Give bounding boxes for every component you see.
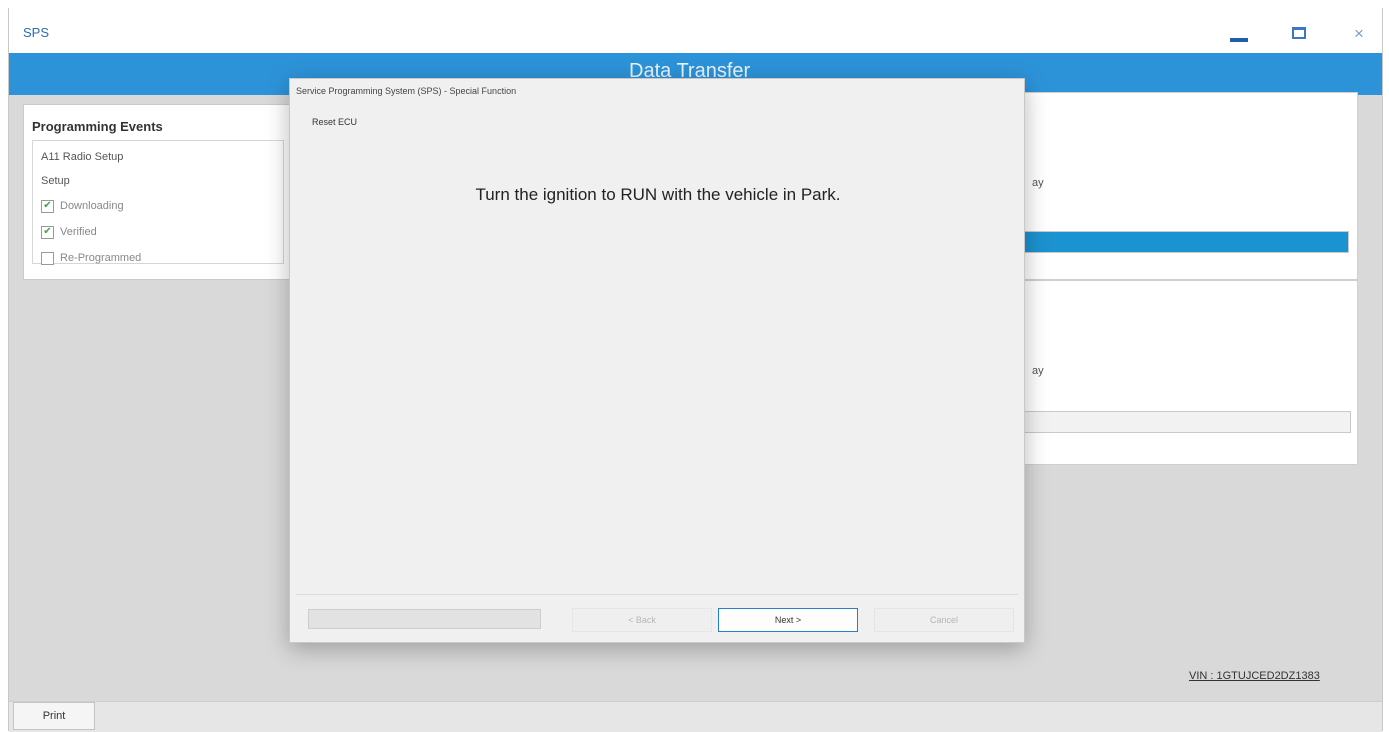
dialog-title: Service Programming System (SPS) - Speci…: [296, 86, 517, 96]
events-list: A11 Radio Setup Setup ✔ Downloading ✔ Ve…: [32, 140, 284, 265]
app-title: SPS: [23, 25, 50, 40]
event-status-label: Verified: [60, 226, 97, 238]
check-icon: ✔: [41, 199, 54, 213]
vin-label: VIN : 1GTUJCED2DZ1383: [1189, 670, 1320, 682]
status-card-2: ay: [1011, 280, 1358, 465]
dialog-subtitle: Reset ECU: [312, 117, 358, 127]
event-status-label: Downloading: [60, 200, 124, 212]
unchecked-box-icon: [41, 251, 54, 265]
next-button[interactable]: Next >: [718, 608, 858, 632]
minimize-button[interactable]: [1219, 18, 1259, 48]
dialog-message: Turn the ignition to RUN with the vehicl…: [475, 185, 841, 204]
event-item-setup: Setup: [41, 175, 70, 187]
status-card-1: ay: [1011, 92, 1358, 280]
events-title: Programming Events: [32, 119, 163, 134]
maximize-button[interactable]: [1279, 18, 1319, 48]
titlebar: SPS ×: [9, 8, 1382, 53]
back-button[interactable]: < Back: [572, 608, 712, 632]
dialog-progress-bar: [308, 609, 541, 629]
event-status-verified: ✔ Verified: [41, 219, 275, 245]
status-card-text: ay: [1032, 365, 1044, 377]
progress-fill-1: [1013, 232, 1348, 252]
progress-bar-1: [1012, 231, 1349, 253]
programming-events-panel: Programming Events A11 Radio Setup Setup…: [23, 104, 293, 280]
close-button[interactable]: ×: [1339, 18, 1379, 48]
event-status-label: Re-Programmed: [60, 252, 142, 264]
maximize-icon: [1292, 27, 1306, 39]
event-item-radio-setup: A11 Radio Setup: [41, 151, 124, 163]
dialog-divider: [296, 594, 1018, 595]
minimize-icon: [1230, 38, 1248, 42]
event-status-downloading: ✔ Downloading: [41, 193, 275, 219]
check-icon: ✔: [41, 225, 54, 239]
cancel-button[interactable]: Cancel: [874, 608, 1014, 632]
bottom-strip: [9, 701, 1382, 732]
print-button[interactable]: Print: [13, 702, 95, 730]
close-icon: ×: [1354, 23, 1364, 43]
special-function-dialog: Service Programming System (SPS) - Speci…: [289, 78, 1025, 643]
event-status-reprogrammed: Re-Programmed: [41, 245, 275, 271]
progress-bar-2: [1014, 411, 1351, 433]
status-card-text: ay: [1032, 177, 1044, 189]
